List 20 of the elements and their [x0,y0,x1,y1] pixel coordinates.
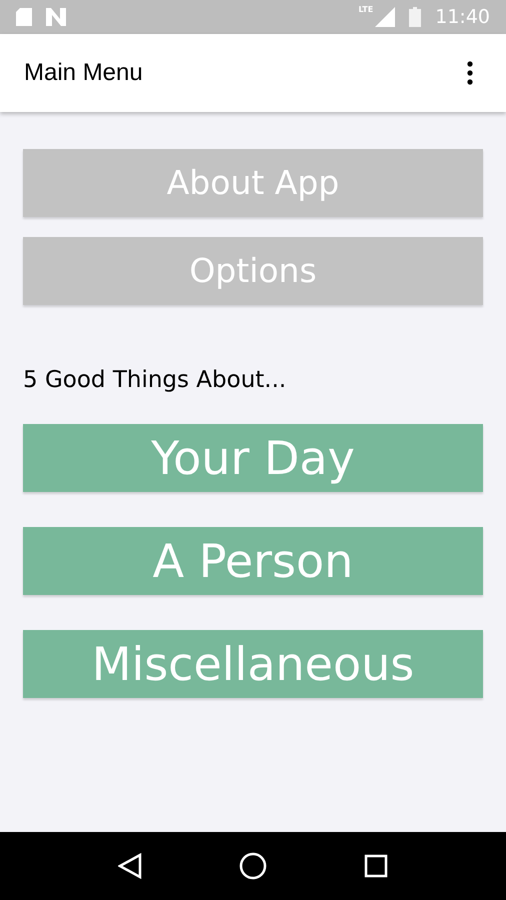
menu-button[interactable]: About App [23,149,483,217]
notification-icon [46,8,66,26]
recents-button[interactable] [364,854,388,878]
recents-icon [364,854,388,878]
category-button[interactable]: A Person [23,526,483,594]
signal-icon [375,7,396,27]
category-button[interactable]: Miscellaneous [23,630,483,698]
home-icon [238,852,267,880]
category-button[interactable]: Your Day [23,424,483,492]
section-label: 5 Good Things About... [23,366,288,395]
app-bar-title: Main Menu [24,58,144,88]
clock: 11:40 [435,4,490,30]
network-type: LTE [358,6,374,14]
back-button[interactable] [118,853,142,879]
more-icon [467,61,473,85]
menu-button[interactable]: Options [23,237,483,305]
back-icon [118,853,142,879]
home-button[interactable] [238,852,267,880]
sd-card-icon [16,8,32,26]
battery-icon [409,7,422,27]
